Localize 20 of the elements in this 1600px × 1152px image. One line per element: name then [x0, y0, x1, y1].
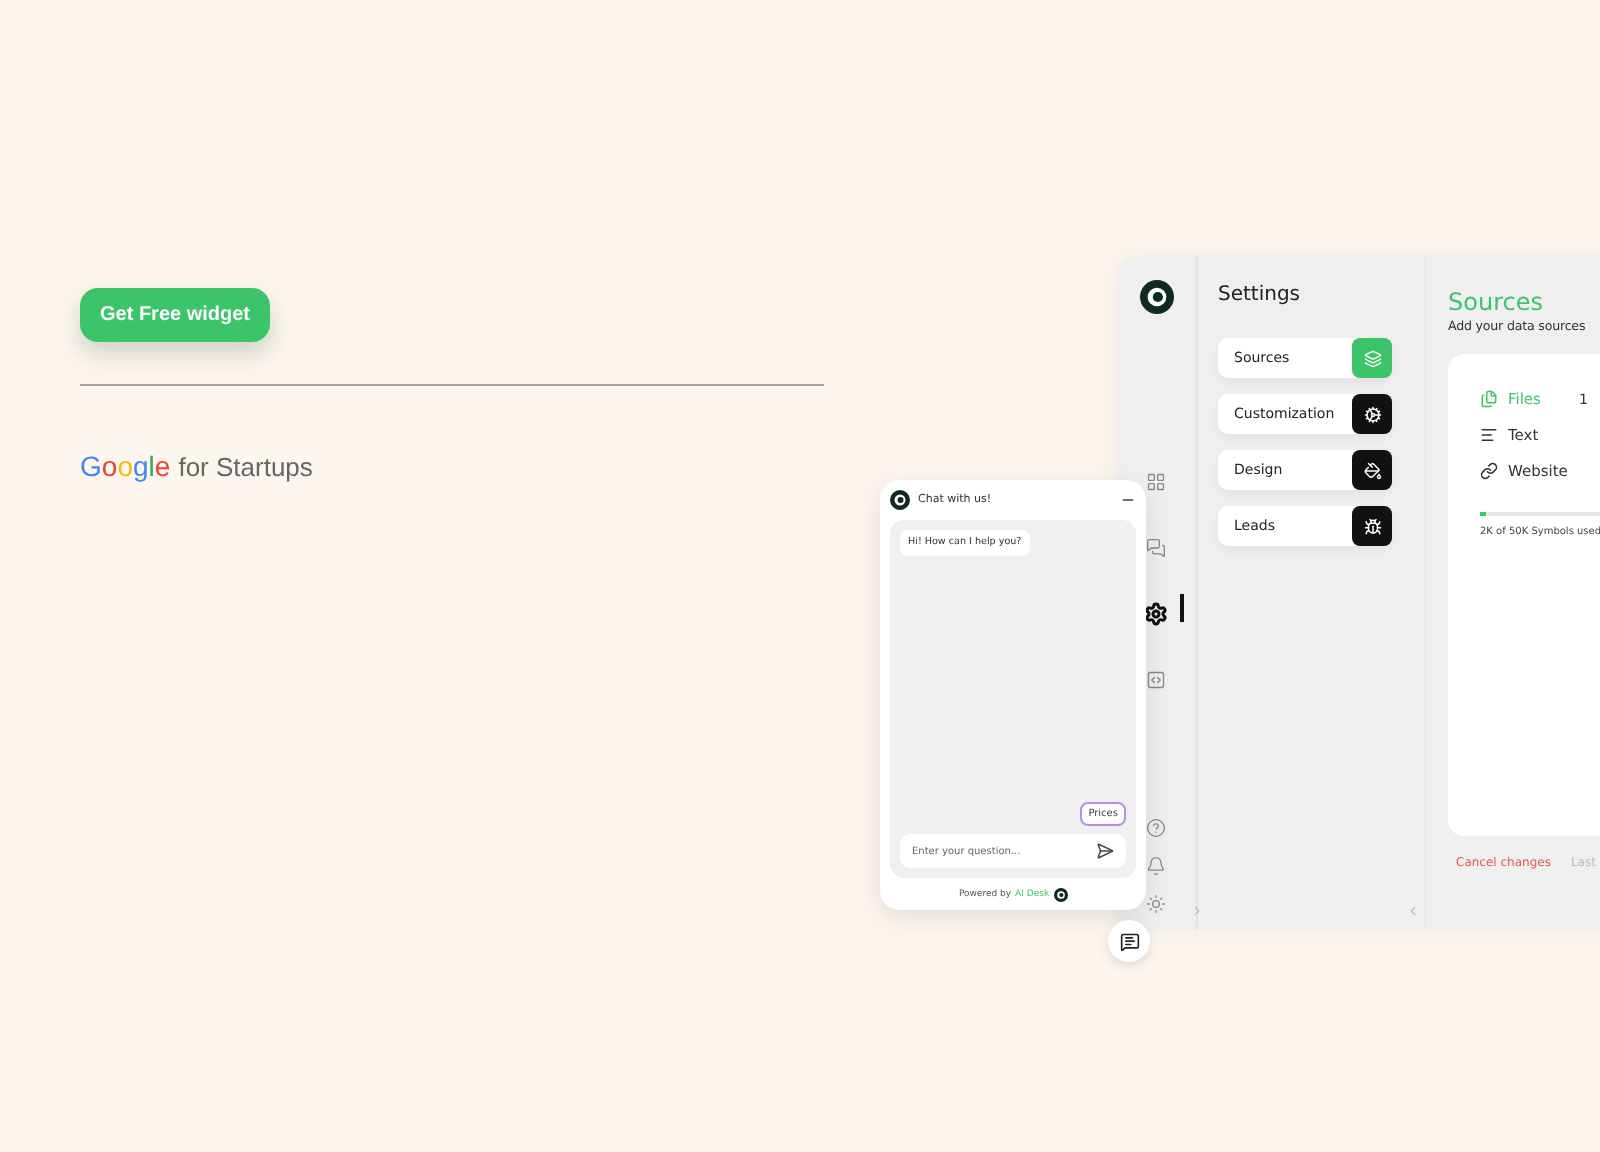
partner-logo: Google [80, 450, 171, 482]
files-icon [1480, 390, 1498, 408]
partner-text: for Startups [178, 452, 313, 482]
app-logo [1139, 280, 1173, 314]
chat-icon [1119, 931, 1139, 951]
sun-icon[interactable] [1146, 894, 1166, 914]
settings-title: Settings [1218, 284, 1303, 306]
chat-logo [890, 490, 910, 510]
send-icon[interactable] [1096, 842, 1114, 860]
help-icon[interactable] [1146, 818, 1166, 838]
brand-logo [1053, 887, 1068, 901]
settings-icon[interactable] [1144, 602, 1168, 626]
grid-icon[interactable] [1146, 472, 1166, 492]
chat-icon[interactable] [1146, 538, 1166, 558]
section-title: Sources [1448, 288, 1545, 316]
link-icon [1480, 462, 1498, 480]
bell-icon[interactable] [1146, 856, 1166, 876]
text-icon [1480, 426, 1498, 444]
chat-launcher-button[interactable] [1108, 920, 1150, 962]
code-icon[interactable] [1146, 670, 1166, 690]
